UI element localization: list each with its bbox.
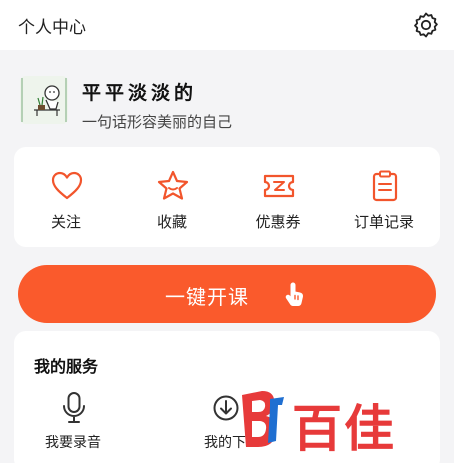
services-title: 我的服务 (34, 357, 99, 376)
page-title: 个人中心 (18, 18, 86, 38)
ticket-icon (263, 174, 295, 198)
clipboard-icon (372, 170, 398, 202)
watermark-text: 百佳 (292, 400, 396, 458)
nickname: 平平淡淡的 (82, 82, 198, 104)
follow-button[interactable]: 关注 (16, 147, 116, 247)
record-audio-button[interactable]: 我要录音 (18, 389, 128, 459)
avatar[interactable] (20, 76, 68, 124)
heart-icon (51, 171, 83, 200)
favorites-label: 收藏 (156, 213, 187, 231)
coupons-button[interactable]: 优惠券 (228, 147, 328, 247)
star-icon (157, 170, 189, 200)
orders-label: 订单记录 (353, 213, 414, 231)
microphone-icon (63, 392, 85, 423)
cartoon-avatar-icon (20, 76, 68, 124)
orders-button[interactable]: 订单记录 (334, 147, 434, 247)
record-audio-label: 我要录音 (45, 435, 101, 451)
watermark-logo: 百佳 (236, 383, 436, 458)
profile-section[interactable]: 平平淡淡的 一句话形容美丽的自己 (0, 50, 454, 140)
coupons-label: 优惠券 (255, 213, 301, 231)
favorites-button[interactable]: 收藏 (122, 147, 222, 247)
gear-icon[interactable] (412, 11, 440, 39)
quick-actions-card: 关注 收藏 优惠券 订单记录 (14, 147, 440, 247)
start-course-button[interactable]: 一键开课 (18, 265, 436, 323)
signature: 一句话形容美丽的自己 (82, 113, 233, 131)
follow-label: 关注 (50, 213, 81, 231)
start-course-label: 一键开课 (165, 285, 249, 309)
top-bar: 个人中心 (0, 0, 454, 50)
tap-hand-icon (285, 282, 304, 307)
